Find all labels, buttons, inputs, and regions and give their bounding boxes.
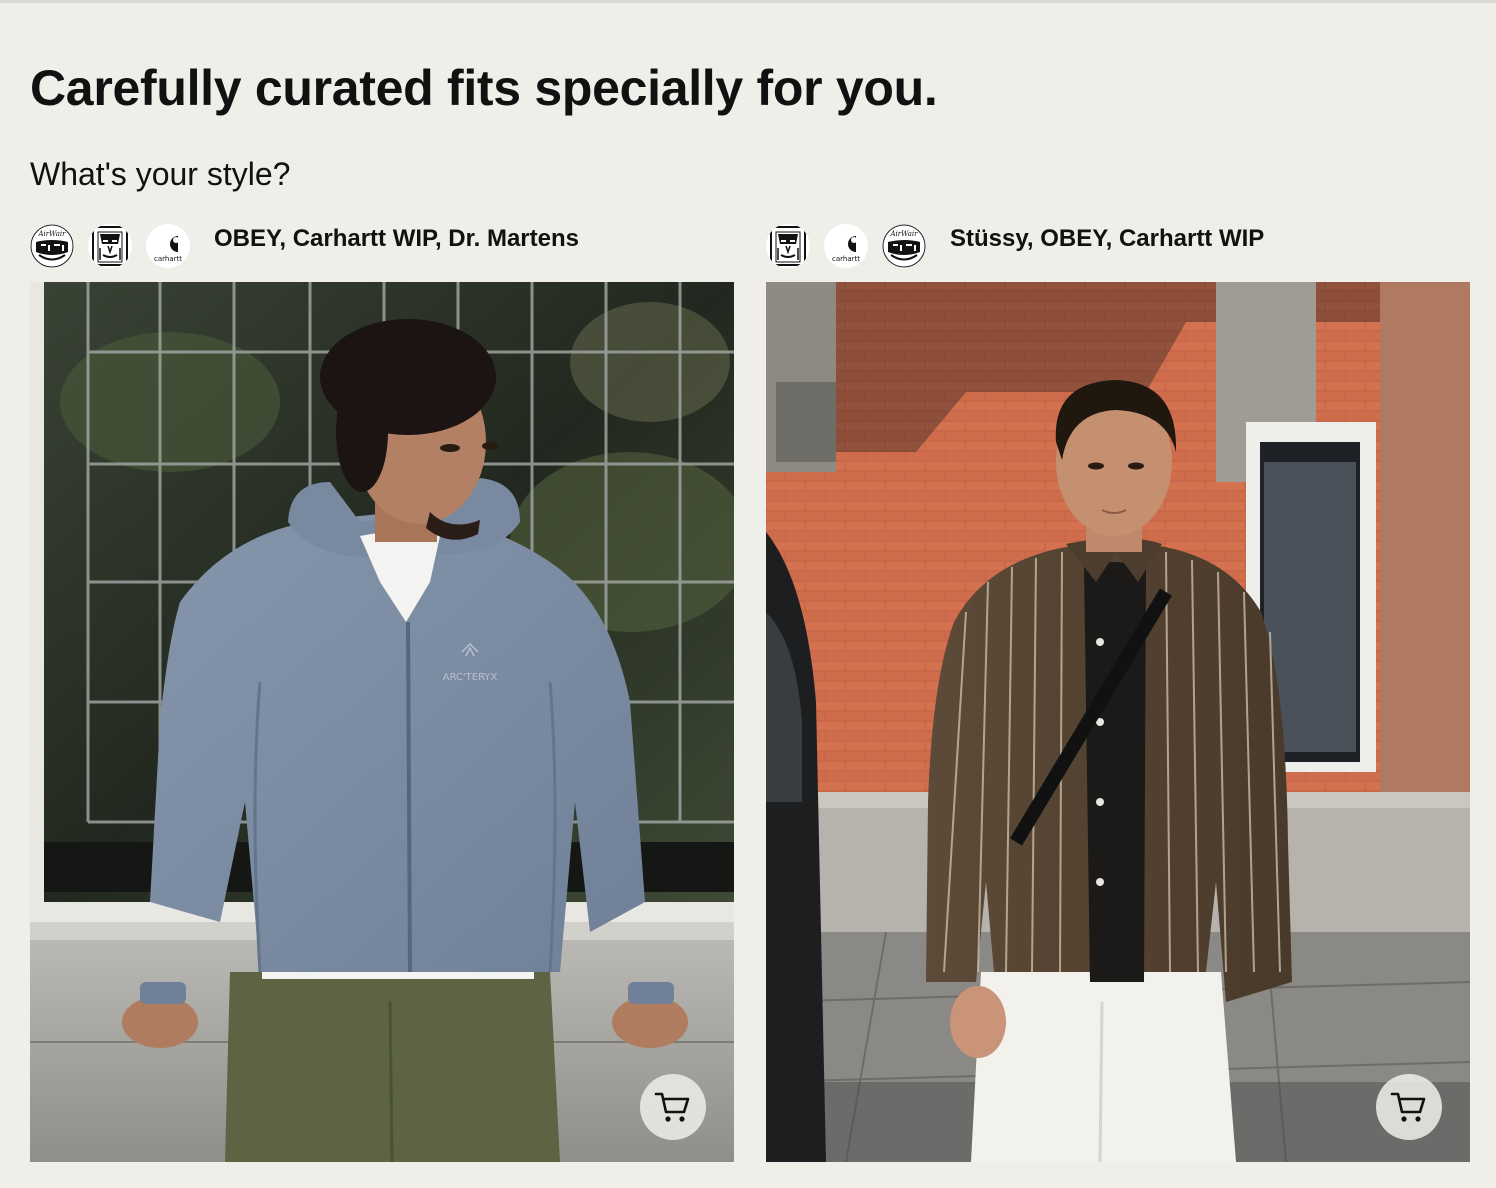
carhartt-logo[interactable]: carhartt [146,224,190,268]
outfit-photo[interactable]: ARC'TERYX [30,282,734,1162]
svg-text:AirWair: AirWair [890,230,919,238]
outfit-card[interactable]: carhartt AirWair Stüssy, OBEY, Carhartt … [766,222,1470,1162]
outfit-card[interactable]: AirWair carhartt OBEY, Carhartt WIP, Dr.… [30,222,734,1162]
svg-text:carhartt: carhartt [832,255,860,263]
obey-logo[interactable] [88,224,132,268]
brand-names: OBEY, Carhartt WIP, Dr. Martens [214,225,579,252]
outfit-photo-image [766,282,1470,1162]
add-to-cart-button[interactable] [640,1074,706,1140]
top-border [0,0,1496,3]
brand-row: carhartt AirWair Stüssy, OBEY, Carhartt … [766,222,1470,274]
brand-names: Stüssy, OBEY, Carhartt WIP [950,225,1265,252]
svg-text:AirWair: AirWair [38,230,67,238]
brand-row: AirWair carhartt OBEY, Carhartt WIP, Dr.… [30,222,734,274]
add-to-cart-button[interactable] [1376,1074,1442,1140]
shopping-cart-icon [1390,1092,1426,1122]
page-title: Carefully curated fits specially for you… [30,60,938,116]
obey-logo[interactable] [766,224,810,268]
dr-martens-logo[interactable]: AirWair [882,224,926,268]
page-subtitle: What's your style? [30,156,291,192]
carhartt-logo[interactable]: carhartt [824,224,868,268]
outfit-photo-image: ARC'TERYX [30,282,734,1162]
shopping-cart-icon [654,1092,690,1122]
svg-text:carhartt: carhartt [154,255,182,263]
outfit-photo[interactable] [766,282,1470,1162]
dr-martens-logo[interactable]: AirWair [30,224,74,268]
svg-text:ARC'TERYX: ARC'TERYX [443,672,498,683]
